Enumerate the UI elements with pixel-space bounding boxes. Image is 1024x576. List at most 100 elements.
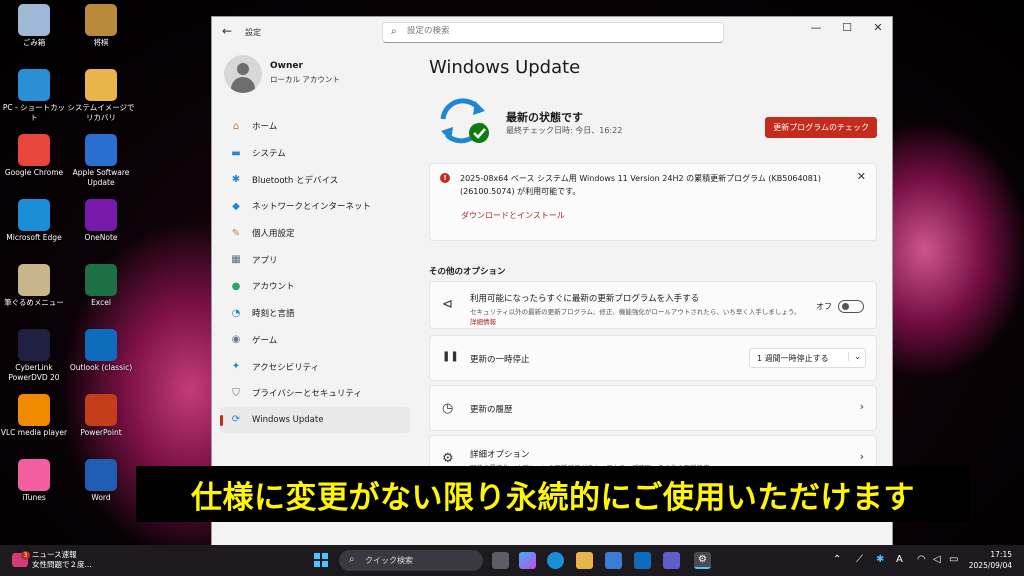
sidebar-item[interactable]: ⟳ Windows Update — [220, 406, 410, 434]
sidebar-item[interactable]: ▬ システム — [220, 140, 410, 167]
desktop-icon[interactable]: OneNote — [67, 199, 135, 243]
dismiss-icon[interactable]: ✕ — [857, 170, 866, 183]
copilot-icon[interactable] — [519, 552, 536, 569]
desktop-icon[interactable]: Excel — [67, 264, 135, 308]
alert-icon: ! — [440, 173, 450, 183]
chevron-down-icon: ⌄ — [848, 352, 861, 361]
recycle-bin-icon — [18, 4, 50, 36]
sidebar-item[interactable]: ▦ アプリ — [220, 246, 410, 273]
desktop-icon[interactable]: PC - ショートカット — [0, 69, 68, 123]
sidebar-item[interactable]: ◆ ネットワークとインターネット — [220, 193, 410, 220]
news-widget[interactable]: 3 ニュース速報 女性問題で２度... — [12, 550, 92, 570]
option-title: 利用可能になったらすぐに最新の更新プログラムを入手する — [470, 294, 700, 304]
edge-icon — [18, 199, 50, 231]
settings-search-input[interactable] — [407, 26, 707, 36]
desktop-icon[interactable]: ごみ箱 — [0, 4, 68, 48]
sidebar-item[interactable]: ● アカウント — [220, 273, 410, 300]
personalization-icon: ✎ — [231, 227, 241, 239]
task-view-icon[interactable] — [492, 552, 509, 569]
onenote-icon — [85, 199, 117, 231]
ime-indicator[interactable]: A — [896, 554, 903, 565]
desktop-icon-label: PC - ショートカット — [2, 103, 66, 122]
option-title: 詳細オプション — [470, 450, 530, 460]
desktop-icon-label: 筆ぐるめメニュー — [4, 298, 64, 307]
wifi-icon[interactable]: ◠ — [917, 554, 926, 565]
desktop-icon[interactable]: PowerPoint — [67, 394, 135, 438]
desktop-icon-label: PowerPoint — [80, 428, 122, 437]
update-description: 2025-08x64 ベース システム用 Windows 11 Version … — [460, 174, 822, 196]
desktop-icon[interactable]: 筆ぐるめメニュー — [0, 264, 68, 308]
settings-search-box[interactable]: ⌕ — [382, 22, 724, 43]
desktop-icon[interactable]: CyberLink PowerDVD 20 — [0, 329, 68, 383]
chevron-up-icon[interactable]: ⌃ — [833, 554, 841, 565]
megaphone-icon: ⊲ — [442, 297, 453, 312]
option-update-history[interactable]: ◷ 更新の履歴 › — [429, 385, 877, 431]
option-title: 更新の履歴 — [470, 405, 513, 415]
teams-icon[interactable] — [663, 552, 680, 569]
news-title: ニュース速報 — [32, 550, 77, 559]
page-title: Windows Update — [429, 57, 581, 78]
vlc-icon — [18, 394, 50, 426]
excel-icon — [85, 264, 117, 296]
sidebar-item[interactable]: ◔ 時刻と言語 — [220, 300, 410, 327]
sidebar-item[interactable]: ✦ アクセシビリティ — [220, 353, 410, 380]
settings-gear-icon[interactable]: ⚙ — [694, 552, 711, 569]
word-icon — [85, 459, 117, 491]
user-profile[interactable]: Owner ローカル アカウント — [224, 55, 414, 95]
battery-icon[interactable]: ▭ — [949, 554, 958, 565]
maximize-button[interactable]: ☐ — [832, 21, 862, 34]
gears-icon: ⚙ — [442, 451, 454, 466]
network-tray-icon[interactable]: ⟋ — [856, 554, 863, 565]
sidebar-item[interactable]: ✎ 個人用設定 — [220, 220, 410, 247]
sidebar-item[interactable]: ⌂ ホーム — [220, 113, 410, 140]
check-updates-button[interactable]: 更新プログラムのチェック — [765, 117, 877, 138]
pending-update-card: ! 2025-08x64 ベース システム用 Windows 11 Versio… — [429, 163, 877, 241]
start-button[interactable] — [314, 553, 328, 567]
back-arrow-icon[interactable]: ← — [222, 24, 232, 38]
itunes-icon — [18, 459, 50, 491]
desktop-icon[interactable]: Word — [67, 459, 135, 503]
sidebar-item-label: Bluetooth とデバイス — [252, 175, 339, 186]
latest-updates-toggle[interactable] — [838, 300, 864, 313]
sidebar-item[interactable]: ⛉ プライバシーとセキュリティ — [220, 380, 410, 407]
option-latest-updates[interactable]: ⊲ 利用可能になったらすぐに最新の更新プログラムを入手する セキュリティ以外の最… — [429, 281, 877, 329]
desktop-icon[interactable]: Outlook (classic) — [67, 329, 135, 373]
desktop-icon[interactable]: Apple Software Update — [67, 134, 135, 188]
minimize-button[interactable]: — — [801, 21, 831, 34]
desktop-icon-label: OneNote — [84, 233, 118, 242]
sidebar-item[interactable]: ✱ Bluetooth とデバイス — [220, 166, 410, 193]
desktop-icon-label: Apple Software Update — [72, 168, 130, 187]
download-install-link[interactable]: ダウンロードとインストール — [461, 210, 565, 221]
shield-icon: ⛉ — [232, 387, 240, 399]
clock[interactable]: 17:15 2025/09/04 — [966, 549, 1012, 571]
pause-duration-dropdown[interactable]: 1 週間一時停止する ⌄ — [749, 348, 866, 368]
sidebar-item-label: プライバシーとセキュリティ — [252, 389, 362, 400]
desktop-icon[interactable]: iTunes — [0, 459, 68, 503]
status-title: 最新の状態です — [506, 111, 583, 124]
desktop-icon[interactable]: 将棋 — [67, 4, 135, 48]
taskbar-search-placeholder: クイック検索 — [365, 556, 413, 565]
taskbar-search[interactable]: ⌕ クイック検索 — [339, 550, 483, 571]
sidebar-item-label: システム — [252, 149, 286, 160]
volume-icon[interactable]: ◁ — [933, 554, 941, 565]
date: 2025/09/04 — [968, 561, 1012, 570]
nav-list: ⌂ ホーム ▬ システム ✱ Bluetooth とデバイス ◆ ネットワークとインターネット… — [220, 113, 410, 434]
desktop-icon[interactable]: システムイメージでリカバリ — [67, 69, 135, 123]
outlook-icon[interactable] — [634, 552, 651, 569]
apps-icon: ▦ — [231, 254, 241, 266]
user-account-type: ローカル アカウント — [270, 75, 340, 84]
desktop-icon[interactable]: Microsoft Edge — [0, 199, 68, 243]
desktop-icon[interactable]: Google Chrome — [0, 134, 68, 178]
file-explorer-icon[interactable] — [576, 552, 593, 569]
chevron-right-icon: › — [859, 400, 864, 413]
user-name: Owner — [270, 61, 303, 71]
option-pause-updates: ❚❚ 更新の一時停止 1 週間一時停止する ⌄ — [429, 335, 877, 381]
learn-more-link[interactable]: 詳細情報 — [470, 316, 496, 326]
desktop-icon[interactable]: VLC media player — [0, 394, 68, 438]
apple-update-icon — [85, 134, 117, 166]
bluetooth-icon[interactable]: ✱ — [876, 554, 884, 565]
edge-icon[interactable] — [547, 552, 564, 569]
store-icon[interactable] — [605, 552, 622, 569]
close-button[interactable]: ✕ — [863, 21, 892, 34]
sidebar-item[interactable]: ◉ ゲーム — [220, 327, 410, 354]
